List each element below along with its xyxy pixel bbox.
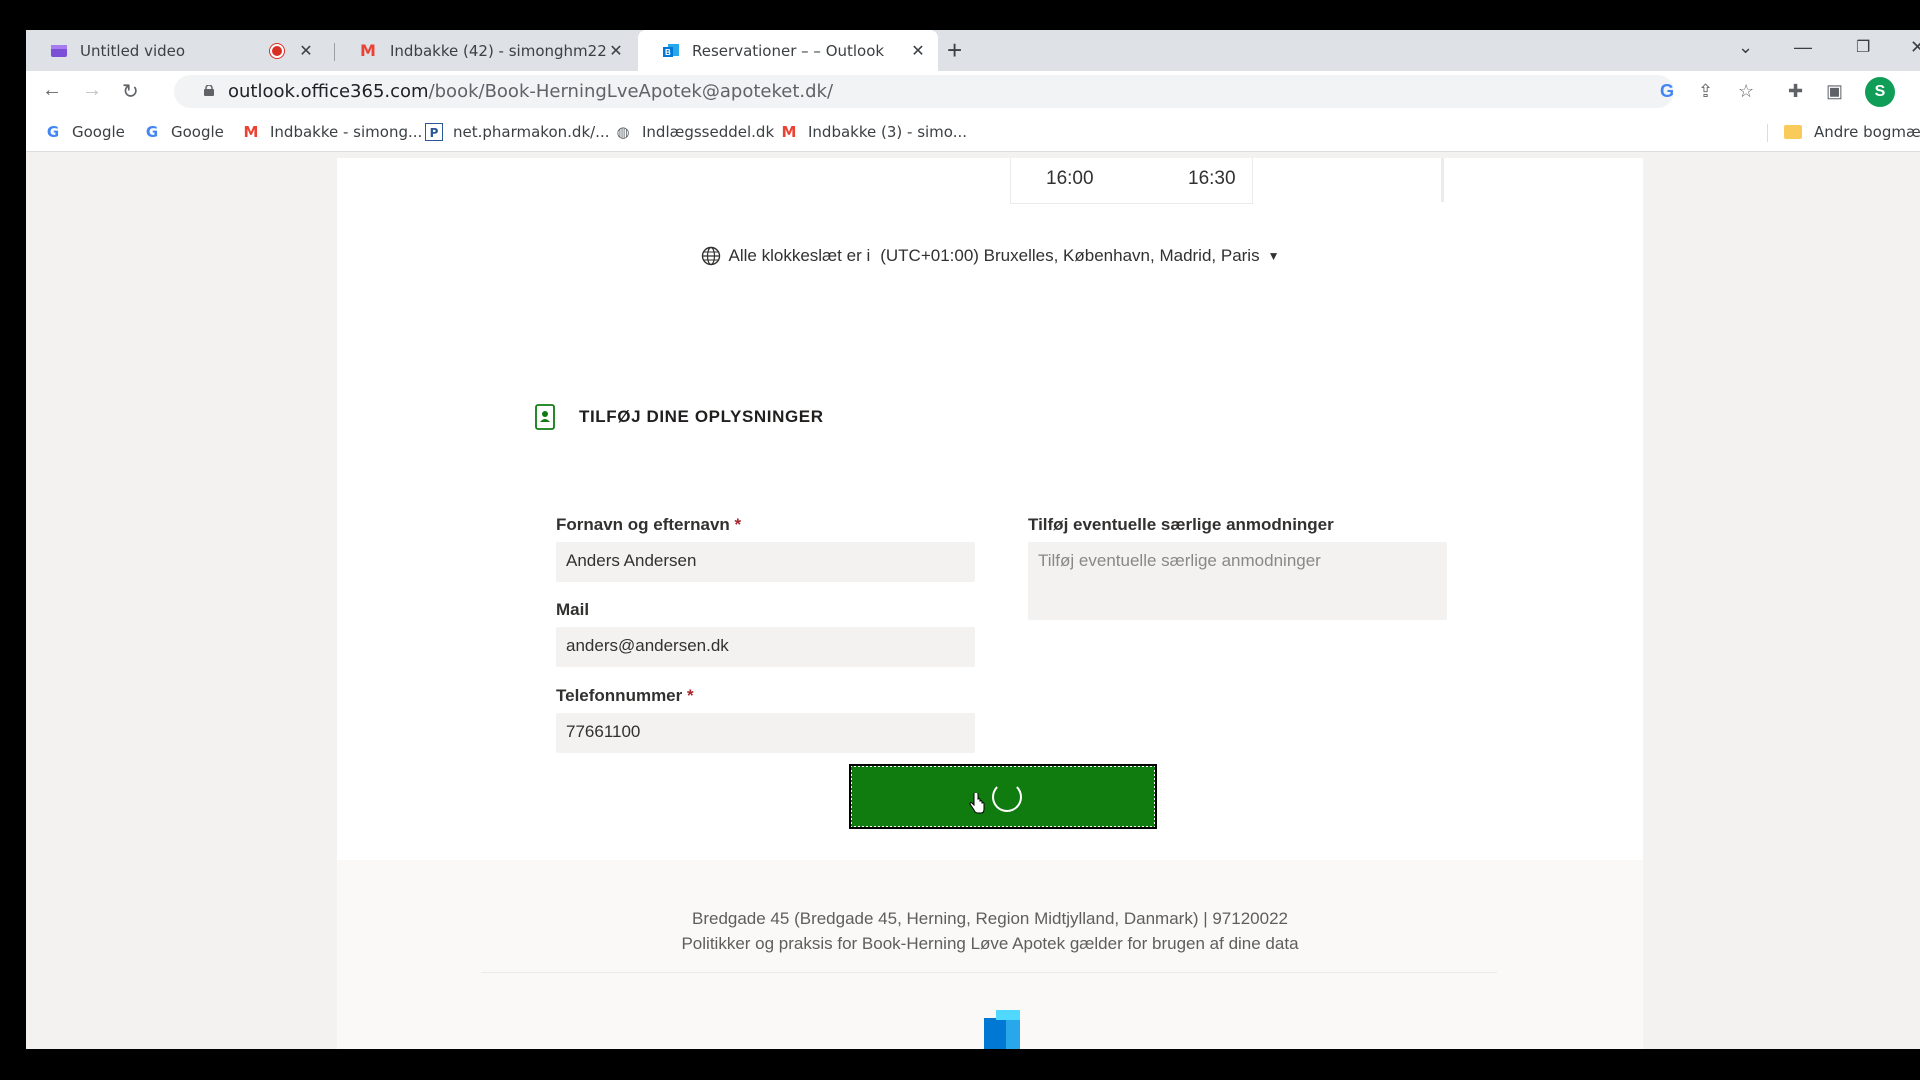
required-marker: * [687,686,694,705]
google-icon: G [46,123,60,141]
time-slot-row: 16:00 16:30 [1010,158,1253,204]
google-icon: G [145,123,159,141]
page-viewport: 16:00 16:30 Alle klokkeslæt er i (UTC+01… [26,158,1920,1049]
url-path: /book/Book-HerningLveApotek@apoteket.dk/ [428,81,834,102]
outlook-bookings-icon: B [663,43,679,57]
footer-policy[interactable]: Politikker og praksis for Book-Herning L… [337,934,1643,954]
bookmark-gmail-inbox[interactable]: M Indbakke - simong... [242,123,423,141]
toolbar: ← → ↻ outlook.office365.com/book/Book-He… [26,71,1920,112]
video-editor-icon [51,44,67,57]
bookmark-google-2[interactable]: G Google [143,123,224,141]
tab-title: Untitled video [80,41,186,60]
footer-divider [481,972,1497,973]
contact-card-icon [535,404,555,430]
required-marker: * [734,515,742,534]
bookmark-indlaegsseddel[interactable]: ◍ Indlægsseddel.dk [614,123,774,141]
side-panel-icon[interactable]: ▣ [1826,81,1843,102]
tab-close-icon[interactable]: ✕ [908,41,928,60]
tab-close-icon[interactable]: ✕ [606,41,626,60]
bookings-logo-icon [984,1010,1020,1049]
time-slot[interactable]: 16:30 [1188,168,1236,190]
phone-label: Telefonnummer * [556,686,694,706]
globe-icon [701,246,720,266]
section-header: TILFØJ DINE OPLYSNINGER [535,404,824,430]
name-field[interactable]: Anders Andersen [556,542,975,582]
new-tab-button[interactable]: + [947,37,962,63]
timezone-value: (UTC+01:00) Bruxelles, København, Madrid… [880,246,1260,265]
bookmark-star-icon[interactable]: ☆ [1738,81,1754,102]
phone-field[interactable]: 77661100 [556,713,975,753]
bookmark-label: net.pharmakon.dk/... [453,123,610,141]
hand-cursor-icon [969,793,985,814]
other-bookmarks-label: Andre bogmærk [1814,123,1920,141]
restore-button[interactable]: ❐ [1856,37,1870,57]
profile-avatar[interactable]: S [1865,77,1895,107]
time-slot[interactable]: 16:00 [1046,168,1094,190]
booking-card: 16:00 16:30 Alle klokkeslæt er i (UTC+01… [337,158,1643,1049]
share-icon[interactable]: ⇪ [1698,81,1713,102]
tab-title: Reservationer – – Outlook [692,41,885,60]
tab-untitled-video[interactable]: Untitled video ✕ [26,30,326,71]
phone-label-text: Telefonnummer [556,686,683,705]
chevron-down-icon: ▼ [1267,249,1280,263]
tab-search-chevron-icon[interactable]: ⌄ [1738,37,1753,58]
footer-address: Bredgade 45 (Bredgade 45, Herning, Regio… [691,909,1288,928]
loading-spinner-icon [992,782,1022,812]
gmail-icon: M [243,123,259,141]
globe-icon: ◍ [616,123,630,141]
name-label-text: Fornavn og efternavn [556,515,730,534]
tab-title: Indbakke (42) - simonghm22@g [390,41,606,60]
bookmark-google-1[interactable]: G Google [44,123,125,141]
timezone-selector[interactable]: Alle klokkeslæt er i (UTC+01:00) Bruxell… [337,246,1643,266]
bookmark-pharmakon[interactable]: P net.pharmakon.dk/... [425,123,609,141]
other-bookmarks[interactable]: Andre bogmærk [1784,123,1920,141]
extensions-icon[interactable]: ✚ [1788,81,1803,102]
name-label: Fornavn og efternavn * [556,515,741,535]
email-field[interactable]: anders@andersen.dk [556,627,975,667]
time-slots-edge [1441,158,1444,202]
requests-textarea[interactable]: Tilføj eventuelle særlige anmodninger [1028,542,1447,620]
timezone-prefix: Alle klokkeslæt er i [728,246,871,265]
tab-separator [334,43,335,61]
section-title: TILFØJ DINE OPLYSNINGER [579,407,824,426]
tab-close-icon[interactable]: ✕ [296,41,316,60]
mail-label: Mail [556,600,590,619]
forward-button[interactable]: → [82,79,102,102]
bookmark-label: Indbakke (3) - simo... [808,123,968,141]
bookmark-label: Indlægsseddel.dk [642,123,775,141]
pharmakon-icon: P [425,123,443,141]
address-bar[interactable]: outlook.office365.com/book/Book-HerningL… [174,75,1674,108]
reload-button[interactable]: ↻ [122,79,139,104]
back-button[interactable]: ← [42,79,62,102]
bookmark-label: Google [72,123,125,141]
tab-gmail-inbox[interactable]: M Indbakke (42) - simonghm22@g ✕ [336,30,636,71]
lock-icon [204,85,214,96]
google-lens-icon[interactable]: G [1660,81,1674,102]
url-host: outlook.office365.com [228,81,429,102]
recording-icon [270,43,284,58]
book-submit-button[interactable] [849,764,1157,829]
svg-text:B: B [665,48,671,57]
bookmark-gmail-inbox-3[interactable]: M Indbakke (3) - simo... [780,123,967,141]
requests-label: Tilføj eventuelle særlige anmodninger [1028,515,1334,534]
gmail-icon: M [781,123,797,141]
bookmarks-separator [1767,124,1768,142]
browser-window: Untitled video ✕ M Indbakke (42) - simon… [26,30,1920,1049]
bookmark-label: Google [171,123,224,141]
close-window-button[interactable]: ✕ [1910,37,1920,58]
bookmarks-bar: G Google G Google M Indbakke - simong...… [26,112,1920,152]
minimize-button[interactable]: — [1794,37,1812,58]
gmail-icon: M [360,40,376,60]
tab-strip: Untitled video ✕ M Indbakke (42) - simon… [26,30,1920,71]
folder-icon [1784,125,1802,139]
bookmark-label: Indbakke - simong... [270,123,423,141]
tab-outlook-bookings[interactable]: B Reservationer – – Outlook ✕ [638,30,938,71]
url-text: outlook.office365.com/book/Book-HerningL… [228,81,833,102]
